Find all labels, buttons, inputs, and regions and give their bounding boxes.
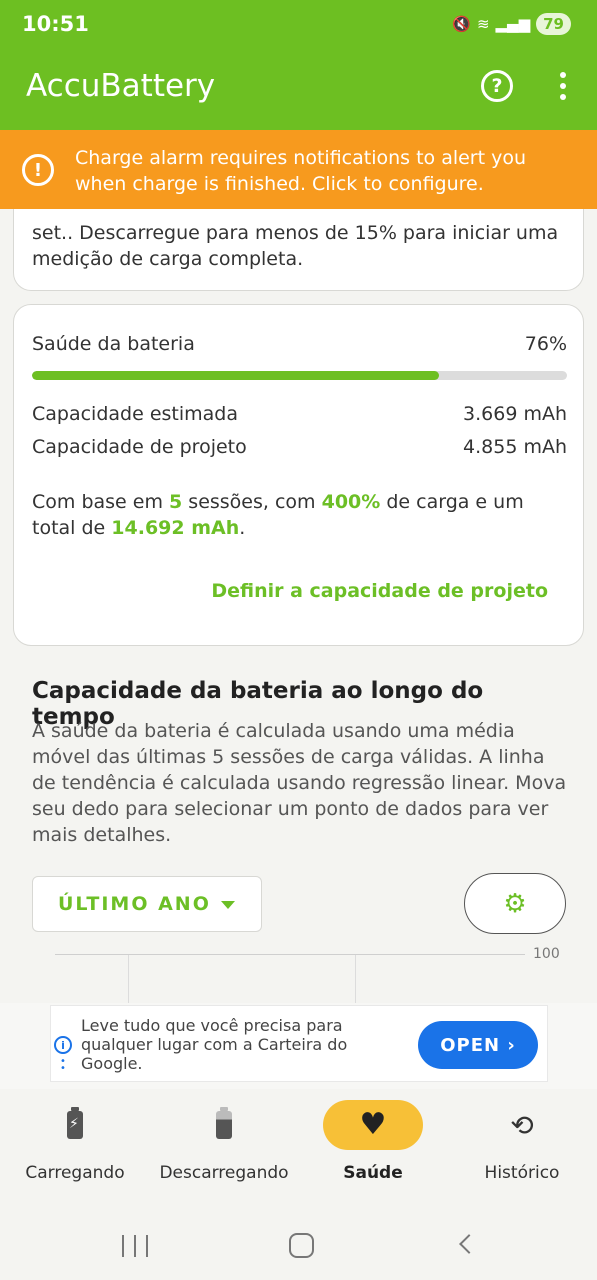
estimated-capacity-row: Capacidade estimada 3.669 mAh bbox=[32, 403, 567, 425]
alert-icon: ! bbox=[22, 154, 54, 186]
battery-level-badge: 79 bbox=[536, 13, 571, 35]
estimated-capacity-value: 3.669 mAh bbox=[463, 403, 567, 425]
system-navigation-bar bbox=[0, 1210, 597, 1280]
nav-item-charging[interactable]: ⚡ Carregando bbox=[0, 1089, 150, 1199]
estimated-capacity-label: Capacidade estimada bbox=[32, 403, 239, 425]
mute-icon: 🔇 bbox=[452, 15, 471, 33]
nav-icon-container: ⟲ bbox=[472, 1100, 572, 1150]
nav-icon-container bbox=[174, 1100, 274, 1150]
gear-icon: ⚙ bbox=[503, 888, 527, 919]
status-time: 10:51 bbox=[22, 12, 89, 36]
wifi-icon: ≋ bbox=[476, 15, 490, 33]
status-bar: 10:51 🔇 ≋ ▂▄▆ 79 bbox=[0, 0, 597, 52]
nav-icon-container: ⚡ bbox=[25, 1100, 125, 1150]
section-description: A saúde da bateria é calculada usando um… bbox=[32, 720, 567, 846]
bottom-navigation: ⚡ Carregando Descarregando ♥ Saúde ⟲ His… bbox=[0, 1089, 597, 1210]
help-icon[interactable]: ? bbox=[481, 70, 513, 102]
last-charge-text: set.. Descarregue para menos de 15% para… bbox=[32, 222, 559, 270]
nav-label-charging: Carregando bbox=[25, 1163, 125, 1183]
nav-label-discharging: Descarregando bbox=[159, 1163, 289, 1183]
ad-info-icon[interactable]: i bbox=[54, 1036, 72, 1054]
nav-item-discharging[interactable]: Descarregando bbox=[149, 1089, 299, 1199]
period-dropdown[interactable]: ÚLTIMO ANO bbox=[32, 876, 262, 932]
ad-menu-icon[interactable]: • • bbox=[60, 1057, 66, 1074]
sessions-suffix: . bbox=[239, 517, 246, 539]
sessions-total: 14.692 mAh bbox=[111, 517, 240, 539]
capacity-chart[interactable]: 100 bbox=[0, 945, 597, 1003]
nav-label-history: Histórico bbox=[484, 1163, 560, 1183]
recent-apps-icon[interactable] bbox=[122, 1235, 148, 1257]
chart-y-tick-label: 100 bbox=[533, 946, 560, 962]
app-header: 10:51 🔇 ≋ ▂▄▆ 79 AccuBattery ? bbox=[0, 0, 597, 130]
signal-icon: ▂▄▆ bbox=[495, 15, 531, 33]
nav-item-health[interactable]: ♥ Saúde bbox=[298, 1089, 448, 1199]
health-progress-fill bbox=[32, 371, 439, 380]
define-design-capacity-button[interactable]: Definir a capacidade de projeto bbox=[211, 580, 548, 602]
design-capacity-row: Capacidade de projeto 4.855 mAh bbox=[32, 436, 567, 458]
history-icon: ⟲ bbox=[510, 1108, 534, 1142]
nav-icon-container-active: ♥ bbox=[323, 1100, 423, 1150]
nav-label-health: Saúde bbox=[343, 1163, 403, 1183]
more-options-icon[interactable] bbox=[553, 70, 573, 102]
ad-container: i • • Leve tudo que você precisa para qua… bbox=[0, 1003, 597, 1089]
app-title: AccuBattery bbox=[26, 68, 216, 104]
charge-alarm-banner[interactable]: ! Charge alarm requires notifications to… bbox=[0, 130, 597, 209]
back-icon[interactable] bbox=[459, 1234, 479, 1254]
sessions-summary: Com base em 5 sessões, com 400% de carga… bbox=[32, 489, 567, 541]
health-progress-bar bbox=[32, 371, 567, 380]
battery-charging-icon: ⚡ bbox=[67, 1107, 83, 1139]
health-value: 76% bbox=[524, 333, 567, 355]
sessions-percent: 400% bbox=[321, 491, 381, 513]
ad-text: Leve tudo que você precisa para qualquer… bbox=[81, 1016, 348, 1073]
battery-discharging-icon bbox=[216, 1107, 232, 1139]
ad-open-button[interactable]: OPEN › bbox=[418, 1021, 538, 1069]
chart-vertical-line bbox=[128, 955, 129, 1003]
design-capacity-value: 4.855 mAh bbox=[463, 436, 567, 458]
health-label: Saúde da bateria bbox=[32, 333, 195, 355]
nav-item-history[interactable]: ⟲ Histórico bbox=[447, 1089, 597, 1199]
status-icons: 🔇 ≋ ▂▄▆ 79 bbox=[452, 13, 571, 35]
charge-alarm-text: Charge alarm requires notifications to a… bbox=[75, 147, 527, 195]
chart-vertical-line bbox=[355, 955, 356, 1003]
chart-gridline bbox=[55, 954, 525, 955]
battery-health-card: Saúde da bateria 76% Capacidade estimada… bbox=[13, 304, 584, 646]
caret-down-icon bbox=[221, 901, 235, 909]
health-row: Saúde da bateria 76% bbox=[32, 333, 567, 355]
heart-icon: ♥ bbox=[359, 1107, 387, 1142]
sessions-mid: sessões, com bbox=[182, 491, 322, 513]
ad-banner[interactable]: i • • Leve tudo que você precisa para qua… bbox=[50, 1005, 548, 1082]
period-label: ÚLTIMO ANO bbox=[58, 893, 211, 915]
chart-settings-button[interactable]: ⚙ bbox=[464, 873, 566, 934]
sessions-prefix: Com base em bbox=[32, 491, 170, 513]
design-capacity-label: Capacidade de projeto bbox=[32, 436, 247, 458]
home-icon[interactable] bbox=[289, 1233, 314, 1258]
sessions-count: 5 bbox=[169, 491, 183, 513]
